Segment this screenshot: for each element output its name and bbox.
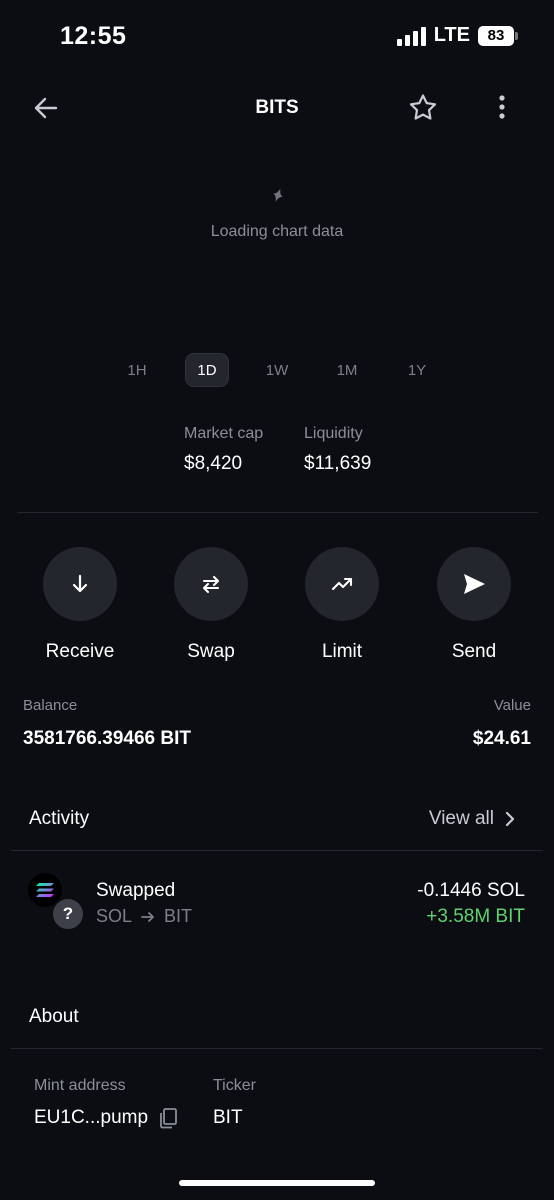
mint-address-row: EU1C...pump — [34, 1107, 178, 1129]
swap-from-token: SOL — [96, 906, 133, 926]
market-cap-stat: Market cap $8,420 — [184, 425, 263, 475]
balance-label: Balance — [23, 697, 78, 714]
ticker-label: Ticker — [213, 1077, 256, 1094]
mint-address-section: Mint address EU1C...pump — [34, 1077, 178, 1129]
swap-button[interactable]: Swap — [161, 547, 261, 663]
limit-circle[interactable] — [305, 547, 379, 621]
swap-circle[interactable] — [174, 547, 248, 621]
home-indicator — [179, 1180, 375, 1186]
more-vertical-icon — [499, 95, 505, 119]
send-label: Send — [451, 641, 497, 662]
balance-amount: 3581766.39466 BIT — [23, 728, 191, 749]
status-time: 12:55 — [60, 22, 127, 50]
unknown-token-icon: ? — [51, 897, 85, 931]
time-range-selector: 1H 1D 1W 1M 1Y — [0, 353, 554, 387]
liquidity-value: $11,639 — [304, 453, 372, 474]
swap-label: Swap — [187, 641, 235, 662]
ticker-value: BIT — [213, 1107, 243, 1128]
liquidity-label: Liquidity — [304, 425, 363, 442]
send-circle[interactable] — [437, 547, 511, 621]
value-label: Value — [493, 697, 531, 714]
send-icon — [464, 574, 485, 594]
activity-item-title: Swapped — [96, 880, 176, 901]
range-1y-button[interactable]: 1Y — [395, 353, 439, 387]
chevron-right-icon — [505, 811, 515, 827]
activity-amount-in: +3.58M BIT — [426, 906, 525, 927]
star-icon — [409, 94, 437, 120]
send-button[interactable]: Send — [424, 547, 524, 663]
divider — [17, 512, 538, 513]
activity-list-item[interactable] — [11, 862, 543, 942]
activity-title: Activity — [29, 808, 90, 829]
activity-item-pair: SOL BIT — [96, 906, 192, 927]
view-all-label: View all — [428, 808, 494, 829]
limit-button[interactable]: Limit — [292, 547, 392, 663]
more-options-button[interactable] — [488, 90, 516, 126]
loading-spinner-icon — [265, 186, 289, 210]
battery-icon: 83 — [478, 25, 518, 46]
receive-button[interactable]: Receive — [30, 547, 130, 663]
about-title: About — [29, 1006, 79, 1027]
value-section: Value $24.61 — [473, 697, 531, 750]
chart-loading-text: Loading chart data — [210, 223, 344, 240]
ticker-section: Ticker BIT — [213, 1077, 256, 1129]
signal-icon — [396, 26, 426, 46]
value-amount: $24.61 — [472, 728, 531, 749]
view-all-link[interactable]: View all — [429, 808, 516, 830]
divider — [11, 850, 543, 851]
copy-icon[interactable] — [158, 1107, 178, 1129]
market-cap-value: $8,420 — [184, 453, 243, 474]
network-type: LTE — [433, 24, 470, 46]
favorite-button[interactable] — [405, 90, 441, 126]
page-title: BITS — [255, 97, 299, 118]
range-1d-button[interactable]: 1D — [185, 353, 229, 387]
status-indicators: LTE 83 — [396, 24, 518, 47]
swap-arrows-icon — [202, 575, 220, 594]
limit-label: Limit — [321, 641, 363, 662]
arrow-right-icon — [141, 911, 154, 922]
mint-address-label: Mint address — [34, 1077, 126, 1094]
swap-to-token: BIT — [164, 906, 193, 926]
trend-up-icon — [331, 577, 353, 591]
arrow-down-icon — [72, 574, 88, 593]
range-1w-button[interactable]: 1W — [255, 353, 299, 387]
divider — [11, 1048, 543, 1049]
range-1h-button[interactable]: 1H — [115, 353, 159, 387]
market-cap-label: Market cap — [184, 425, 264, 442]
balance-section: Balance 3581766.39466 BIT — [23, 697, 191, 750]
range-1m-button[interactable]: 1M — [325, 353, 369, 387]
receive-label: Receive — [45, 641, 115, 662]
mint-address-value: EU1C...pump — [34, 1107, 149, 1128]
liquidity-stat: Liquidity $11,639 — [304, 425, 371, 475]
activity-amount-out: -0.1446 SOL — [417, 880, 525, 901]
receive-circle[interactable] — [43, 547, 117, 621]
